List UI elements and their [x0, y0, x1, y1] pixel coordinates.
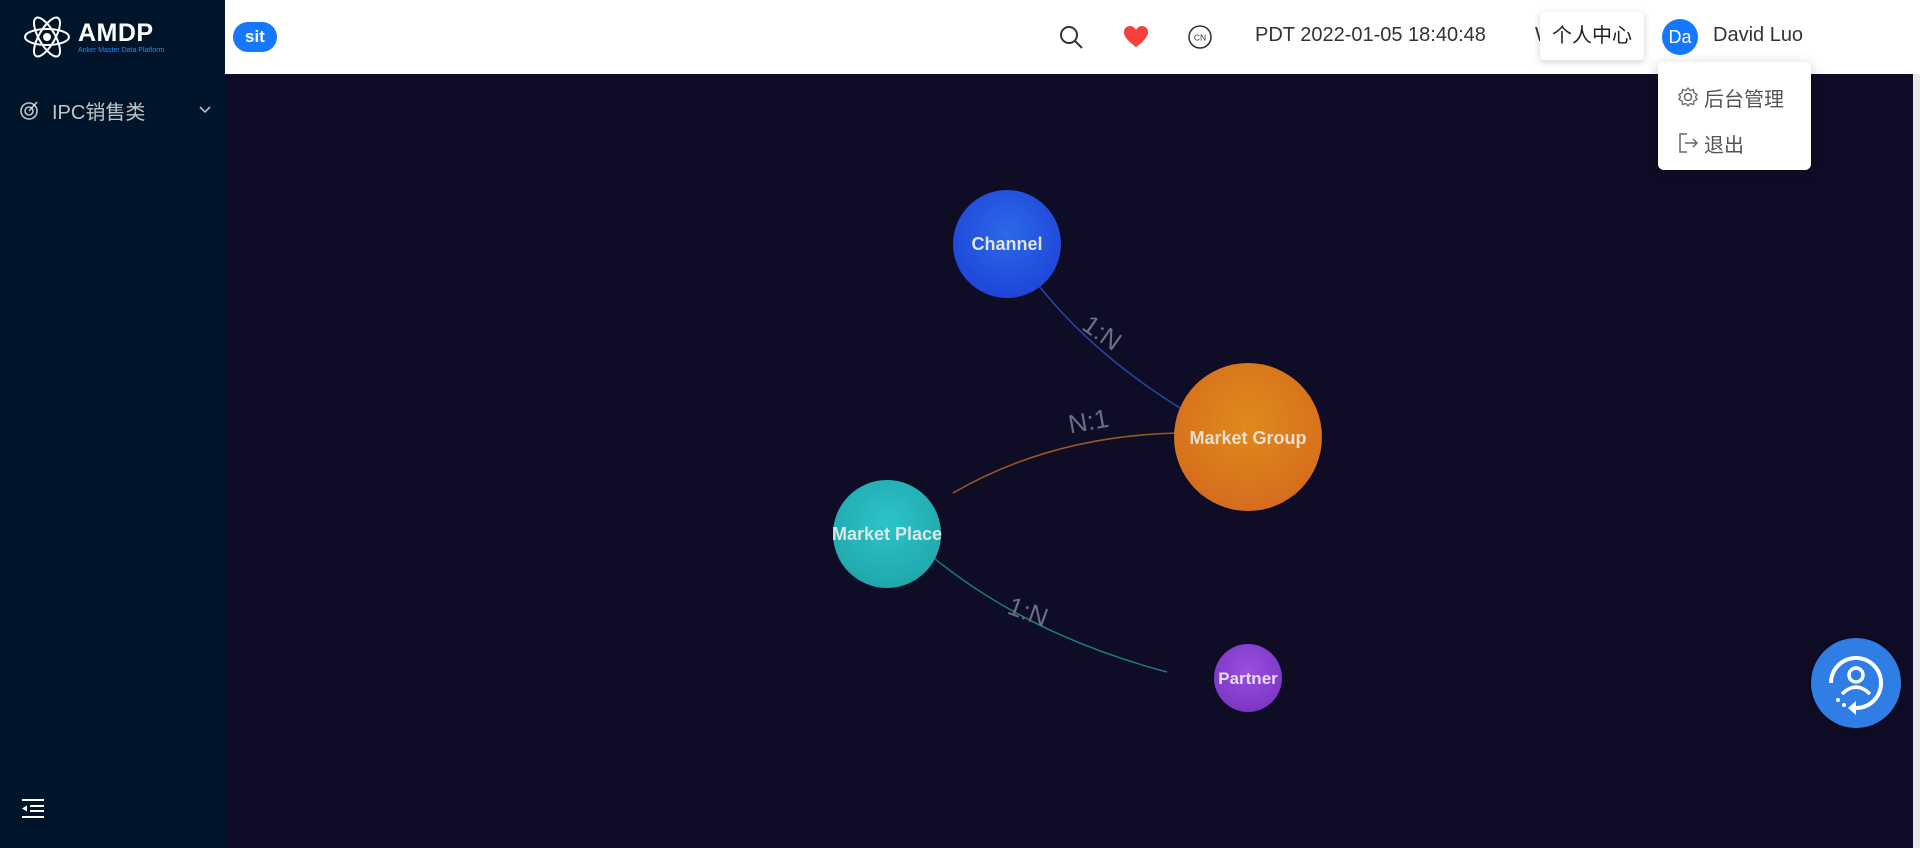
menu-collapse-icon[interactable]	[20, 797, 46, 819]
edge-marketplace-marketgroup[interactable]	[952, 432, 1186, 494]
sidebar: AMDP Anker Master Data Platform IPC销售类	[0, 0, 225, 848]
edge-label: 1:N	[1077, 309, 1127, 357]
node-label: Market Place	[832, 524, 942, 544]
graph-node-market-place[interactable]: Market Place	[832, 480, 942, 588]
heart-icon[interactable]	[1123, 24, 1149, 50]
sidebar-item-ipc-sales[interactable]: IPC销售类	[0, 92, 225, 128]
scrollbar[interactable]	[1913, 74, 1920, 848]
settings-icon	[1678, 86, 1698, 108]
chevron-down-icon	[199, 106, 211, 114]
graph-node-partner[interactable]: Partner	[1214, 644, 1282, 712]
entity-relation-graph: 1:N N:1 1:N Channel Market Group Market …	[832, 190, 1322, 712]
language-cn-icon[interactable]: CN	[1187, 24, 1213, 50]
edge-label: N:1	[1066, 403, 1111, 440]
menu-item-label: 后台管理	[1704, 88, 1784, 111]
edge-label: 1:N	[1004, 591, 1052, 633]
menu-item-admin[interactable]: 后台管理	[1658, 74, 1811, 120]
avatar[interactable]: Da	[1662, 19, 1698, 55]
brand-title: AMDP	[78, 18, 154, 47]
target-icon	[20, 101, 38, 120]
svg-text:CN: CN	[1194, 33, 1206, 43]
sidebar-item-label: IPC销售类	[52, 101, 146, 124]
timezone-clock: PDT 2022-01-05 18:40:48	[1255, 24, 1486, 46]
personal-center-tooltip: 个人中心	[1540, 12, 1644, 60]
graph-node-channel[interactable]: Channel	[953, 190, 1061, 298]
relationship-graph-canvas[interactable]: 1:N N:1 1:N Channel Market Group Market …	[225, 74, 1913, 848]
atom-logo-icon	[24, 16, 70, 58]
user-dropdown-menu: 后台管理 退出	[1658, 62, 1811, 170]
node-label: Channel	[971, 234, 1042, 254]
logo[interactable]: AMDP Anker Master Data Platform	[22, 10, 164, 64]
menu-item-label: 退出	[1704, 134, 1744, 157]
floating-assistant-button[interactable]	[1811, 638, 1901, 728]
node-label: Partner	[1218, 669, 1278, 688]
username[interactable]: David Luo	[1713, 24, 1803, 47]
graph-node-market-group[interactable]: Market Group	[1174, 363, 1322, 511]
logout-icon	[1679, 133, 1699, 153]
brand-subtitle: Anker Master Data Platform	[78, 46, 165, 54]
user-sync-icon	[1829, 656, 1883, 715]
node-label: Market Group	[1189, 428, 1306, 448]
env-badge: sit	[233, 22, 277, 52]
search-icon[interactable]	[1058, 24, 1084, 50]
menu-item-logout[interactable]: 退出	[1658, 120, 1811, 166]
